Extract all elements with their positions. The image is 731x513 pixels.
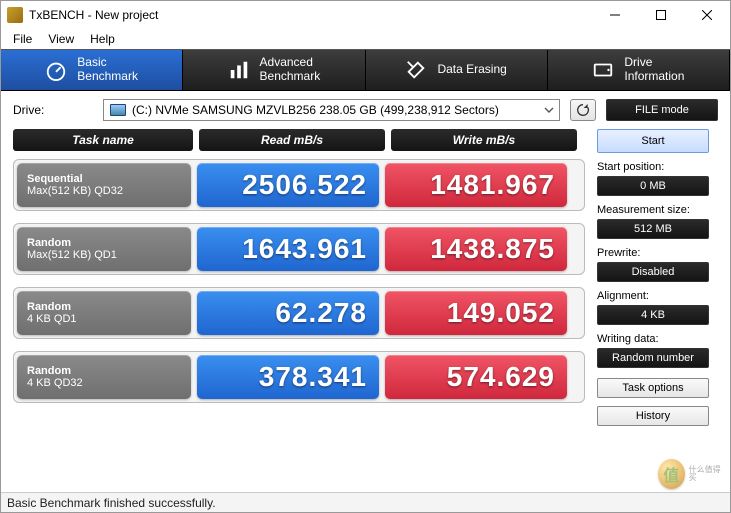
measurement-size-label: Measurement size: xyxy=(597,204,713,216)
bench-row: Random 4 KB QD32 378.341 574.629 xyxy=(13,351,585,403)
write-value: 1438.875 xyxy=(385,227,567,271)
task-name: Random xyxy=(27,301,181,313)
menu-view[interactable]: View xyxy=(40,30,82,48)
read-value: 1643.961 xyxy=(197,227,379,271)
hdd-icon xyxy=(110,104,126,116)
task-name: Sequential xyxy=(27,173,181,185)
tab-basic-benchmark[interactable]: Basic Benchmark xyxy=(1,50,183,90)
benchmark-panel: Task name Read mB/s Write mB/s Sequentia… xyxy=(13,125,585,426)
menu-help[interactable]: Help xyxy=(82,30,123,48)
task-name: Random xyxy=(27,237,181,249)
tabbar: Basic Benchmark Advanced Benchmark Data … xyxy=(1,49,730,91)
header-task: Task name xyxy=(13,129,193,151)
minimize-button[interactable] xyxy=(592,1,638,29)
prewrite-value[interactable]: Disabled xyxy=(597,262,709,282)
tab-data-erasing[interactable]: Data Erasing xyxy=(366,50,548,90)
measurement-size-value[interactable]: 512 MB xyxy=(597,219,709,239)
menu-file[interactable]: File xyxy=(5,30,40,48)
bench-row: Random 4 KB QD1 62.278 149.052 xyxy=(13,287,585,339)
header-write: Write mB/s xyxy=(391,129,577,151)
erase-icon xyxy=(405,59,427,81)
read-value: 62.278 xyxy=(197,291,379,335)
titlebar: TxBENCH - New project xyxy=(1,1,730,29)
task-cell[interactable]: Random Max(512 KB) QD1 xyxy=(17,227,191,271)
history-button[interactable]: History xyxy=(597,406,709,426)
window-controls xyxy=(592,1,730,29)
main: Task name Read mB/s Write mB/s Sequentia… xyxy=(1,125,730,426)
bench-row: Sequential Max(512 KB) QD32 2506.522 148… xyxy=(13,159,585,211)
bars-icon xyxy=(228,59,250,81)
start-button[interactable]: Start xyxy=(597,129,709,153)
alignment-value[interactable]: 4 KB xyxy=(597,305,709,325)
drive-row: Drive: (C:) NVMe SAMSUNG MZVLB256 238.05… xyxy=(1,91,730,125)
task-sub: Max(512 KB) QD1 xyxy=(27,249,181,261)
drive-icon xyxy=(592,59,614,81)
bench-row: Random Max(512 KB) QD1 1643.961 1438.875 xyxy=(13,223,585,275)
task-sub: 4 KB QD32 xyxy=(27,377,181,389)
writing-data-value[interactable]: Random number xyxy=(597,348,709,368)
statusbar: Basic Benchmark finished successfully. xyxy=(1,492,730,512)
tab-advanced-benchmark[interactable]: Advanced Benchmark xyxy=(183,50,365,90)
prewrite-label: Prewrite: xyxy=(597,247,713,259)
refresh-icon xyxy=(575,102,591,118)
drive-label: Drive: xyxy=(13,103,93,117)
task-options-button[interactable]: Task options xyxy=(597,378,709,398)
tab-label: Drive Information xyxy=(624,56,684,84)
chevron-down-icon xyxy=(543,104,555,119)
menubar: File View Help xyxy=(1,29,730,49)
file-mode-button[interactable]: FILE mode xyxy=(606,99,718,121)
start-position-value[interactable]: 0 MB xyxy=(597,176,709,196)
window-title: TxBENCH - New project xyxy=(29,8,592,22)
task-cell[interactable]: Sequential Max(512 KB) QD32 xyxy=(17,163,191,207)
header-read: Read mB/s xyxy=(199,129,385,151)
drive-selected-text: (C:) NVMe SAMSUNG MZVLB256 238.05 GB (49… xyxy=(132,103,499,117)
task-cell[interactable]: Random 4 KB QD32 xyxy=(17,355,191,399)
tab-label: Data Erasing xyxy=(437,63,506,77)
task-name: Random xyxy=(27,365,181,377)
tab-label: Basic Benchmark xyxy=(77,56,138,84)
header-row: Task name Read mB/s Write mB/s xyxy=(13,129,585,151)
watermark: 值 什么值得买 xyxy=(658,456,724,492)
writing-data-label: Writing data: xyxy=(597,333,713,345)
alignment-label: Alignment: xyxy=(597,290,713,302)
tab-drive-information[interactable]: Drive Information xyxy=(548,50,730,90)
gauge-icon xyxy=(45,59,67,81)
write-value: 1481.967 xyxy=(385,163,567,207)
write-value: 574.629 xyxy=(385,355,567,399)
status-text: Basic Benchmark finished successfully. xyxy=(7,496,216,510)
tab-label: Advanced Benchmark xyxy=(260,56,321,84)
watermark-icon: 值 xyxy=(658,459,685,489)
task-sub: 4 KB QD1 xyxy=(27,313,181,325)
side-panel: Start Start position: 0 MB Measurement s… xyxy=(593,125,713,426)
watermark-text: 什么值得买 xyxy=(689,466,724,483)
close-button[interactable] xyxy=(684,1,730,29)
drive-select[interactable]: (C:) NVMe SAMSUNG MZVLB256 238.05 GB (49… xyxy=(103,99,560,121)
read-value: 2506.522 xyxy=(197,163,379,207)
refresh-button[interactable] xyxy=(570,99,596,121)
maximize-button[interactable] xyxy=(638,1,684,29)
task-sub: Max(512 KB) QD32 xyxy=(27,185,181,197)
task-cell[interactable]: Random 4 KB QD1 xyxy=(17,291,191,335)
app-icon xyxy=(7,7,23,23)
write-value: 149.052 xyxy=(385,291,567,335)
read-value: 378.341 xyxy=(197,355,379,399)
start-position-label: Start position: xyxy=(597,161,713,173)
